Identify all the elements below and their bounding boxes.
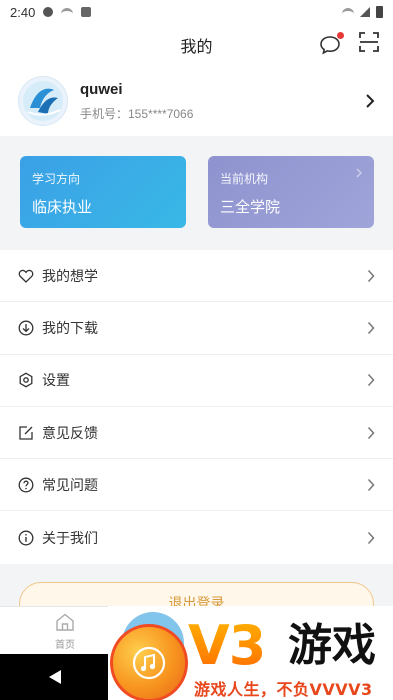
menu-label-downloads: 我的下载 [42, 319, 98, 336]
chevron-right-icon [366, 94, 375, 108]
shield-status-icon [43, 7, 54, 17]
edit-icon [18, 425, 34, 441]
tab-home-label: 首页 [55, 640, 75, 651]
study-direction-label: 学习方向 [32, 172, 81, 186]
notification-dot [337, 31, 344, 39]
chevron-right-icon [367, 478, 375, 491]
heart-icon [18, 268, 34, 284]
avatar [18, 76, 68, 126]
watermark-slogan: 游戏人生，不负VVVV3 [194, 680, 373, 699]
scan-button[interactable] [359, 32, 379, 57]
current-org-label: 当前机构 [220, 172, 269, 186]
menu-label-about: 关于我们 [42, 529, 98, 546]
status-time: 2:40 [10, 4, 36, 20]
menu-label-faq: 常见问题 [42, 476, 98, 493]
wifi-status-icon [61, 7, 74, 17]
logout-area: 退出登录 [0, 564, 393, 626]
menu-item-downloads[interactable]: 我的下载 [0, 302, 393, 355]
scan-icon [359, 32, 379, 52]
watermark-logo-badge [110, 624, 188, 700]
tab-home[interactable]: 首页 [45, 613, 85, 651]
home-icon [56, 613, 74, 631]
chevron-right-icon [367, 531, 375, 544]
current-org-value: 三全学院 [220, 199, 281, 216]
download-icon [18, 320, 34, 336]
menu-label-settings: 设置 [42, 372, 70, 389]
profile-name: quwei [80, 80, 123, 98]
page-title: 我的 [180, 39, 213, 56]
menu-item-about[interactable]: 关于我们 [0, 511, 393, 563]
study-direction-value: 临床执业 [32, 199, 93, 216]
chevron-right-icon [367, 321, 375, 334]
logo-avatar-icon [23, 81, 63, 121]
sd-card-icon [81, 7, 92, 17]
watermark-brand-cn: 游戏 [288, 620, 376, 671]
message-button[interactable] [319, 31, 344, 56]
menu-label-feedback: 意见反馈 [42, 424, 98, 441]
settings-menu: 我的想学 我的下载 设置 意见反馈 常见问题 关于我们 [0, 250, 393, 564]
chevron-right-icon [367, 374, 375, 387]
back-triangle-icon[interactable] [48, 669, 62, 685]
chevron-right-icon [356, 168, 362, 178]
study-direction-card[interactable]: 学习方向 临床执业 [20, 156, 186, 228]
menu-item-faq[interactable]: 常见问题 [0, 459, 393, 512]
status-bar: 2:40 [0, 0, 393, 24]
menu-item-feedback[interactable]: 意见反馈 [0, 407, 393, 460]
system-nav-bar [0, 654, 110, 700]
music-note-icon [132, 646, 166, 680]
page-header: 我的 [0, 24, 393, 66]
chevron-right-icon [367, 269, 375, 282]
cell-signal-icon [360, 7, 370, 17]
profile-row[interactable]: quwei 手机号：155****7066 [0, 66, 393, 136]
question-icon [18, 477, 34, 493]
menu-item-wishlist[interactable]: 我的想学 [0, 250, 393, 303]
battery-icon [376, 6, 383, 18]
settings-icon [18, 372, 34, 388]
menu-item-settings[interactable]: 设置 [0, 355, 393, 407]
menu-label-wishlist: 我的想学 [42, 267, 98, 284]
wifi-signal-icon [342, 7, 354, 17]
chevron-right-icon [367, 426, 375, 439]
info-icon [18, 530, 34, 546]
watermark-overlay: V3 游戏 游戏人生，不负VVVV3 [108, 606, 393, 700]
info-cards: 学习方向 临床执业 当前机构 三全学院 [0, 136, 393, 250]
watermark-brand: V3 [188, 614, 266, 677]
current-org-card[interactable]: 当前机构 三全学院 [208, 156, 374, 228]
profile-phone: 手机号：155****7066 [80, 106, 194, 121]
